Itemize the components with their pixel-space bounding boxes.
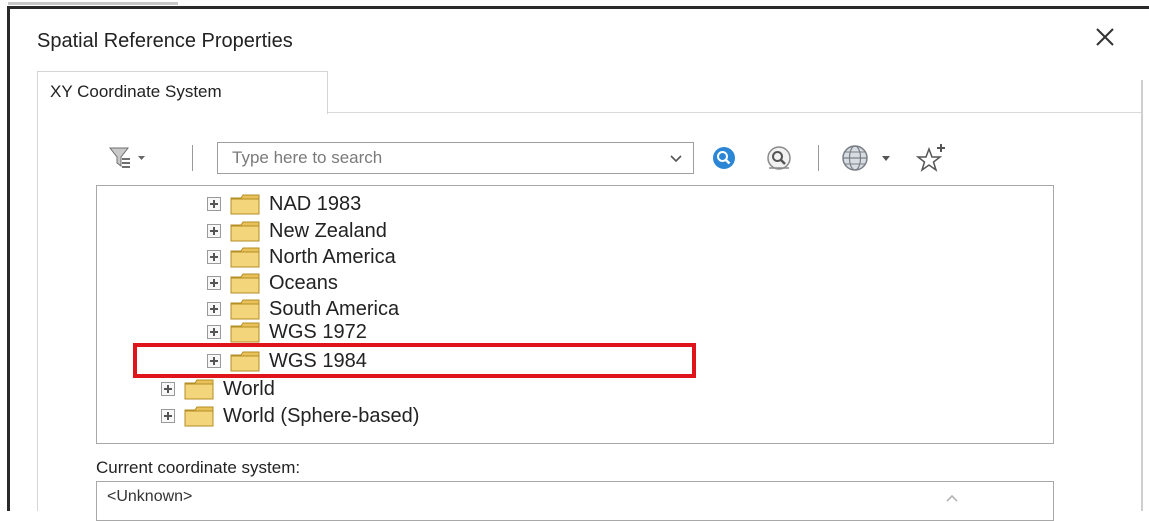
search-box xyxy=(217,142,694,174)
tree-item-label: New Zealand xyxy=(269,219,387,242)
dialog-title: Spatial Reference Properties xyxy=(37,30,293,52)
expand-icon[interactable] xyxy=(207,224,221,238)
tree-item-world-sphere-based[interactable]: World (Sphere-based) xyxy=(161,403,419,429)
window-top-border xyxy=(8,6,1149,9)
search-input[interactable] xyxy=(218,143,648,173)
tree-item-nad-1983[interactable]: NAD 1983 xyxy=(207,191,361,217)
tree-item-new-zealand[interactable]: New Zealand xyxy=(207,218,387,244)
folder-icon xyxy=(230,194,260,215)
folder-icon xyxy=(184,379,214,400)
folder-icon xyxy=(230,221,260,242)
close-button[interactable] xyxy=(1090,22,1120,52)
tab-xy-coordinate-system[interactable]: XY Coordinate System xyxy=(37,71,328,114)
expand-icon[interactable] xyxy=(207,276,221,290)
toolbar-separator xyxy=(192,145,193,171)
add-to-favorites-icon xyxy=(915,144,945,172)
close-icon xyxy=(1096,28,1114,46)
tree-item-north-america[interactable]: North America xyxy=(207,244,396,270)
expand-icon[interactable] xyxy=(207,354,221,368)
search-button[interactable] xyxy=(708,144,742,174)
tree-item-label: North America xyxy=(269,245,396,268)
window-edge-highlight xyxy=(8,2,178,5)
advanced-search-button[interactable] xyxy=(761,144,797,174)
add-to-favorites-button[interactable] xyxy=(912,141,950,177)
tree-item-label: WGS 1984 xyxy=(269,349,367,372)
current-coordinate-system-label: Current coordinate system: xyxy=(96,458,301,477)
expand-icon[interactable] xyxy=(161,409,175,423)
window-left-border xyxy=(7,6,10,511)
tree-item-label: World (Sphere-based) xyxy=(223,404,420,427)
expand-icon[interactable] xyxy=(207,325,221,339)
folder-icon xyxy=(230,322,260,343)
panel-right-edge xyxy=(1141,80,1143,511)
tab-strip-divider xyxy=(326,112,1141,113)
folder-icon xyxy=(230,273,260,294)
folder-icon xyxy=(184,406,214,427)
filter-icon xyxy=(108,147,145,168)
tree-item-wgs-1984[interactable]: WGS 1984 xyxy=(207,348,367,374)
tab-label: XY Coordinate System xyxy=(50,82,222,101)
tree-item-label: World xyxy=(223,377,275,400)
tree-item-label: WGS 1972 xyxy=(269,321,367,343)
search-icon xyxy=(713,147,735,169)
globe-dropdown-button[interactable] xyxy=(838,143,904,175)
current-box-scroll-up[interactable] xyxy=(940,489,964,509)
tree-item-label: South America xyxy=(269,297,400,320)
tree-item-wgs-1972[interactable]: WGS 1972 xyxy=(207,321,367,343)
current-coordinate-system-box: <Unknown> xyxy=(96,481,1054,521)
folder-icon xyxy=(230,351,260,372)
tree-item-world[interactable]: World xyxy=(161,376,275,402)
tree-item-label: NAD 1983 xyxy=(269,192,362,215)
folder-icon xyxy=(230,299,260,320)
tree-item-oceans[interactable]: Oceans xyxy=(207,270,338,296)
expand-icon[interactable] xyxy=(207,302,221,316)
advanced-search-icon xyxy=(767,146,791,170)
toolbar-separator xyxy=(818,145,819,171)
tree-item-south-america[interactable]: South America xyxy=(207,296,399,322)
expand-icon[interactable] xyxy=(161,382,175,396)
expand-icon[interactable] xyxy=(207,250,221,264)
folder-icon xyxy=(230,247,260,268)
filter-dropdown-button[interactable] xyxy=(108,143,148,173)
chevron-down-icon xyxy=(670,155,682,163)
search-dropdown-button[interactable] xyxy=(660,143,692,173)
expand-icon[interactable] xyxy=(207,197,221,211)
current-coordinate-system-value: <Unknown> xyxy=(107,488,193,505)
coordinate-system-tree: NAD 1983 New Zealand North America Ocean… xyxy=(96,185,1054,444)
tree-item-label: Oceans xyxy=(269,271,338,294)
globe-icon xyxy=(842,145,890,171)
chevron-up-icon xyxy=(946,494,958,502)
